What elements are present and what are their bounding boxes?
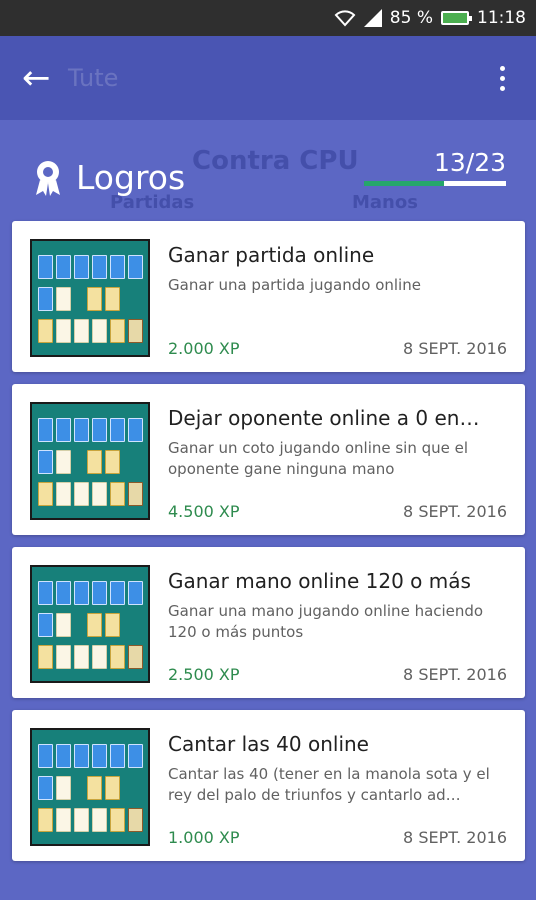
achievements-list: Ganar partida online Ganar una partida j… — [12, 221, 525, 873]
award-ribbon-icon — [32, 159, 64, 197]
achievement-description: Ganar un coto jugando online sin que el … — [168, 439, 469, 478]
status-bar: 85 % 11:18 — [0, 0, 536, 36]
achievement-xp: 1.000 XP — [168, 828, 240, 847]
achievement-xp: 2.000 XP — [168, 339, 240, 358]
clock: 11:18 — [477, 8, 526, 28]
battery-percent: 85 % — [389, 8, 433, 28]
achievements-header: Contra CPU Partidas Manos Logros 13/23 — [0, 120, 536, 220]
achievement-card[interactable]: Dejar oponente online a 0 en… Ganar un c… — [12, 384, 525, 535]
achievement-footer: 4.500 XP 8 SEPT. 2016 — [168, 502, 507, 521]
card-game-thumbnail — [30, 565, 150, 683]
achievement-date: 8 SEPT. 2016 — [403, 828, 507, 847]
achievement-card[interactable]: Ganar mano online 120 o más Ganar una ma… — [12, 547, 525, 698]
page-title-text: Logros — [76, 158, 186, 197]
achievement-title: Ganar partida online — [168, 243, 375, 267]
arrow-back-icon[interactable]: ← — [22, 56, 66, 100]
progress-bar — [364, 181, 506, 186]
achievement-body: Ganar mano online 120 o más Ganar una ma… — [168, 565, 507, 684]
progress-count: 13/23 — [433, 148, 506, 177]
achievement-xp: 2.500 XP — [168, 665, 240, 684]
card-game-thumbnail — [30, 728, 150, 846]
achievement-date: 8 SEPT. 2016 — [403, 665, 507, 684]
card-game-thumbnail — [30, 239, 150, 357]
progress-fill — [364, 181, 445, 186]
achievement-body: Dejar oponente online a 0 en… Ganar un c… — [168, 402, 507, 521]
toolbar-ghost-title: Tute — [68, 64, 119, 92]
achievement-footer: 1.000 XP 8 SEPT. 2016 — [168, 828, 507, 847]
achievement-body: Cantar las 40 online Cantar las 40 (tene… — [168, 728, 507, 847]
achievement-xp: 4.500 XP — [168, 502, 240, 521]
ghost-manos: Manos — [352, 192, 418, 213]
more-vert-icon[interactable] — [490, 56, 514, 100]
achievement-title: Dejar oponente online a 0 en… — [168, 406, 480, 430]
achievement-body: Ganar partida online Ganar una partida j… — [168, 239, 507, 358]
achievement-description: Cantar las 40 (tener en la manola sota y… — [168, 765, 490, 804]
signal-icon — [363, 9, 382, 27]
achievement-card[interactable]: Ganar partida online Ganar una partida j… — [12, 221, 525, 372]
app-toolbar: ← Tute — [0, 36, 536, 120]
achievement-footer: 2.000 XP 8 SEPT. 2016 — [168, 339, 507, 358]
battery-charging-icon — [441, 11, 472, 25]
achievement-date: 8 SEPT. 2016 — [403, 339, 507, 358]
achievement-card[interactable]: Cantar las 40 online Cantar las 40 (tene… — [12, 710, 525, 861]
achievement-description: Ganar una mano jugando online haciendo 1… — [168, 602, 484, 641]
card-game-thumbnail — [30, 402, 150, 520]
achievements-progress: 13/23 — [364, 150, 506, 186]
ghost-contra-cpu: Contra CPU — [192, 146, 359, 176]
achievement-date: 8 SEPT. 2016 — [403, 502, 507, 521]
achievement-title: Cantar las 40 online — [168, 732, 369, 756]
achievement-footer: 2.500 XP 8 SEPT. 2016 — [168, 665, 507, 684]
achievement-title: Ganar mano online 120 o más — [168, 569, 471, 593]
page-title: Logros — [32, 158, 185, 197]
wifi-icon — [334, 9, 356, 27]
achievement-description: Ganar una partida jugando online — [168, 276, 421, 294]
